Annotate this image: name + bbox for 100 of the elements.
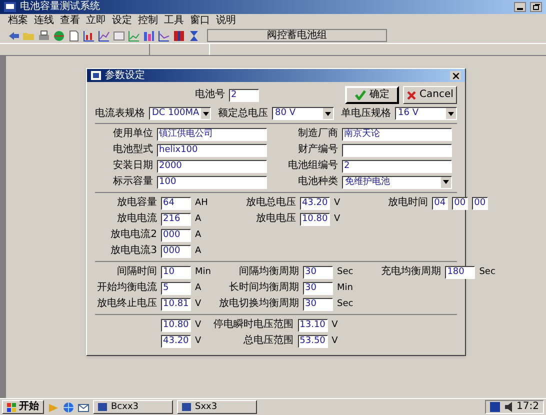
unit-label: Sec: [479, 268, 496, 276]
unit-label: A: [195, 284, 202, 292]
taskbar-button[interactable]: Sxx3: [177, 400, 257, 414]
field-label: 停电瞬时电压范围: [212, 320, 294, 330]
window-icon: [98, 403, 107, 411]
hourglass-icon[interactable]: [188, 30, 200, 42]
input-field[interactable]: 30: [302, 266, 333, 278]
input-field[interactable]: 64: [161, 196, 191, 210]
input-field[interactable]: 04: [432, 196, 448, 210]
dropdown[interactable]: 16 V: [395, 107, 457, 120]
dropdown[interactable]: 80 V: [272, 107, 334, 120]
dropdown[interactable]: DC 100MA: [149, 107, 211, 120]
menu-item[interactable]: 设定: [112, 16, 132, 26]
input-field[interactable]: 5: [161, 282, 191, 294]
caret-icon: [448, 112, 454, 116]
input-field[interactable]: 30: [302, 282, 333, 294]
chart-icon[interactable]: [98, 30, 110, 42]
close-button[interactable]: [450, 71, 461, 80]
input-field[interactable]: 镇江供电公司: [157, 128, 267, 140]
window-icon[interactable]: [113, 30, 125, 42]
field-label: 安装日期: [112, 161, 153, 171]
input-field[interactable]: 100: [157, 176, 267, 188]
input-field[interactable]: 13.10: [298, 318, 328, 332]
cancel-button[interactable]: Cancel: [403, 86, 457, 104]
input-field[interactable]: 000: [161, 228, 191, 242]
input-field[interactable]: 10.81: [161, 298, 191, 310]
menu-item[interactable]: 窗口: [190, 16, 210, 26]
menu-item[interactable]: 立即: [86, 16, 106, 26]
field-label: 放电时间: [387, 198, 428, 208]
unit-label: A: [195, 246, 202, 256]
field-label: 使用单位: [112, 129, 153, 139]
unit-label: V: [334, 214, 340, 224]
input-field[interactable]: 10.80: [161, 318, 191, 332]
input-field[interactable]: 2: [229, 88, 259, 102]
input-field[interactable]: 00: [472, 196, 488, 210]
chart-icon[interactable]: [83, 30, 95, 42]
unit-label: V: [334, 198, 340, 208]
input-field[interactable]: 43.20: [300, 196, 330, 210]
unit-label: Sec: [336, 268, 354, 276]
input-field[interactable]: 2000: [157, 160, 267, 172]
field-label: 电池组编号: [287, 161, 338, 171]
clock: 17:2: [516, 402, 539, 412]
document-icon[interactable]: [68, 30, 80, 42]
app-icon: [4, 2, 16, 12]
input-field[interactable]: 43.20: [161, 334, 191, 348]
printer-icon[interactable]: [38, 30, 50, 42]
field-label: 总电压范围: [242, 336, 294, 346]
caret-icon: [325, 112, 331, 116]
field-label: 放电电流3: [110, 246, 157, 256]
input-field[interactable]: [342, 144, 452, 156]
input-field[interactable]: 000: [161, 244, 191, 258]
input-field[interactable]: 00: [452, 196, 468, 210]
windows-logo-icon: [7, 402, 17, 412]
field-label: 放电电流: [116, 214, 157, 224]
minimize-icon: [517, 8, 523, 11]
menu-item[interactable]: 说明: [216, 16, 236, 26]
input-field[interactable]: 2: [342, 160, 452, 172]
start-button[interactable]: 开始: [2, 400, 44, 414]
minimize-button[interactable]: [514, 2, 526, 12]
menu-item[interactable]: 连线: [34, 16, 54, 26]
taskbar-button[interactable]: Bcxx3: [93, 400, 173, 414]
field-label: 放电电压: [254, 214, 296, 224]
field-label: 电池种类: [297, 177, 338, 187]
restore-icon: [532, 4, 540, 10]
mail-icon[interactable]: [78, 402, 89, 412]
input-field[interactable]: 10: [161, 266, 191, 278]
unit-label: Min: [195, 268, 211, 276]
arrow-icon[interactable]: [8, 30, 20, 42]
input-field[interactable]: 180: [445, 266, 476, 278]
field-label: 放电终止电压: [96, 299, 157, 309]
dropdown[interactable]: 免维护电池: [342, 176, 452, 188]
chart-icon[interactable]: [158, 30, 170, 42]
window-icon: [182, 403, 191, 411]
ok-button[interactable]: 确定: [345, 86, 399, 104]
input-field[interactable]: helix100: [157, 144, 267, 156]
field-label: 开始均衡电流: [96, 283, 157, 293]
restore-button[interactable]: [530, 2, 542, 12]
input-field[interactable]: 南京天论: [342, 128, 452, 140]
field-label: 放电切换均衡周期: [218, 299, 299, 309]
menu-item[interactable]: 查看: [60, 16, 80, 26]
field-label: 额定总电压: [218, 108, 268, 118]
menu-item[interactable]: 工具: [164, 16, 184, 26]
dropdown-value: DC 100MA: [151, 109, 200, 118]
unit-label: V: [332, 320, 338, 330]
menu-item[interactable]: 档案: [8, 16, 28, 26]
field-label: 间隔时间: [116, 267, 157, 277]
field-label: 放电容量: [116, 198, 157, 208]
field-label: 电流表规格: [95, 108, 145, 118]
input-field[interactable]: 53.50: [298, 334, 328, 348]
field-label: 电池型式: [112, 145, 153, 155]
speaker-icon[interactable]: [504, 402, 513, 412]
unit-label: V: [332, 336, 338, 346]
tray-icon[interactable]: [490, 402, 500, 412]
unit-label: AH: [195, 198, 208, 208]
bar-chart-icon[interactable]: [143, 30, 155, 42]
checkmark-icon: [354, 90, 366, 100]
input-field[interactable]: 30: [302, 298, 333, 310]
input-field[interactable]: 216: [161, 212, 191, 226]
menu-item[interactable]: 控制: [138, 16, 158, 26]
input-field[interactable]: 10.80: [300, 212, 330, 226]
